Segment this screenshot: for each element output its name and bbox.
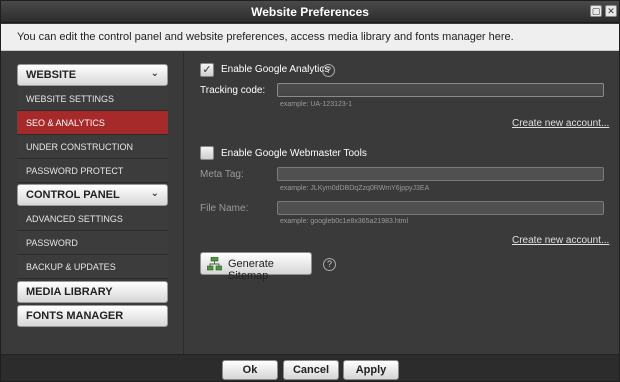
sidebar-item-under-construction[interactable]: UNDER CONSTRUCTION — [17, 135, 168, 159]
file-name-example: example: googleb0c1e8x365a21983.html — [280, 218, 409, 225]
analytics-checkbox[interactable]: ✓ — [200, 63, 214, 77]
cancel-button[interactable]: Cancel — [283, 360, 339, 380]
sidebar-section-label: MEDIA LIBRARY — [26, 286, 113, 298]
tracking-code-example: example: UA-123123-1 — [280, 101, 352, 108]
sidebar-item-advanced-settings[interactable]: ADVANCED SETTINGS — [17, 207, 168, 231]
title-bar: Website Preferences ▢ ✕ — [1, 1, 619, 23]
chevron-down-icon: ⌄ — [150, 68, 159, 79]
info-bar: You can edit the control panel and websi… — [1, 24, 619, 51]
sidebar-section-fonts-manager[interactable]: FONTS MANAGER — [17, 305, 168, 327]
sidebar-item-website-settings[interactable]: WEBSITE SETTINGS — [17, 87, 168, 111]
window-title: Website Preferences — [251, 5, 369, 19]
webmaster-create-account-link[interactable]: Create new account... — [512, 235, 609, 246]
help-icon[interactable]: ? — [323, 258, 336, 271]
chevron-down-icon: ⌄ — [150, 188, 159, 199]
tracking-code-label: Tracking code: — [200, 85, 266, 96]
close-icon[interactable]: ✕ — [605, 5, 617, 17]
apply-button[interactable]: Apply — [343, 360, 399, 380]
generate-sitemap-label: Generate Sitemap — [228, 258, 274, 282]
sitemap-icon — [207, 257, 222, 271]
analytics-checkbox-label: Enable Google Analytics — [221, 64, 330, 75]
sidebar-section-label: WEBSITE — [26, 69, 77, 81]
sidebar-item-seo-analytics[interactable]: SEO & ANALYTICS — [17, 111, 168, 135]
preferences-window: Website Preferences ▢ ✕ You can edit the… — [0, 0, 620, 382]
sidebar-section-media-library[interactable]: MEDIA LIBRARY — [17, 281, 168, 303]
webmaster-checkbox-label: Enable Google Webmaster Tools — [221, 148, 367, 159]
footer: Ok Cancel Apply — [1, 354, 619, 381]
file-name-label: File Name: — [200, 203, 249, 214]
sidebar-section-label: FONTS MANAGER — [26, 310, 124, 322]
maximize-icon[interactable]: ▢ — [590, 5, 602, 17]
sidebar-item-password[interactable]: PASSWORD — [17, 231, 168, 255]
analytics-create-account-link[interactable]: Create new account... — [512, 118, 609, 129]
sidebar-section-website[interactable]: WEBSITE ⌄ — [17, 64, 168, 86]
main-panel: ✓ Enable Google Analytics ? Tracking cod… — [185, 52, 619, 354]
sidebar-section-label: CONTROL PANEL — [26, 189, 120, 201]
info-text: You can edit the control panel and websi… — [17, 31, 514, 43]
sidebar-item-password-protect[interactable]: PASSWORD PROTECT — [17, 159, 168, 183]
generate-sitemap-button[interactable]: Generate Sitemap — [200, 252, 312, 282]
tracking-code-input[interactable] — [277, 83, 604, 97]
file-name-input[interactable] — [277, 201, 604, 215]
webmaster-checkbox[interactable] — [200, 146, 214, 160]
sidebar-section-control-panel[interactable]: CONTROL PANEL ⌄ — [17, 184, 168, 206]
meta-tag-label: Meta Tag: — [200, 169, 244, 180]
meta-tag-input[interactable] — [277, 167, 604, 181]
help-icon[interactable]: ? — [322, 64, 335, 77]
ok-button[interactable]: Ok — [222, 360, 278, 380]
sidebar: WEBSITE ⌄ WEBSITE SETTINGS SEO & ANALYTI… — [1, 52, 184, 354]
sidebar-item-backup-updates[interactable]: BACKUP & UPDATES — [17, 255, 168, 279]
meta-tag-example: example: JLKym0dDBDqZzq0RWmY6jppyJ3EA — [280, 185, 430, 192]
